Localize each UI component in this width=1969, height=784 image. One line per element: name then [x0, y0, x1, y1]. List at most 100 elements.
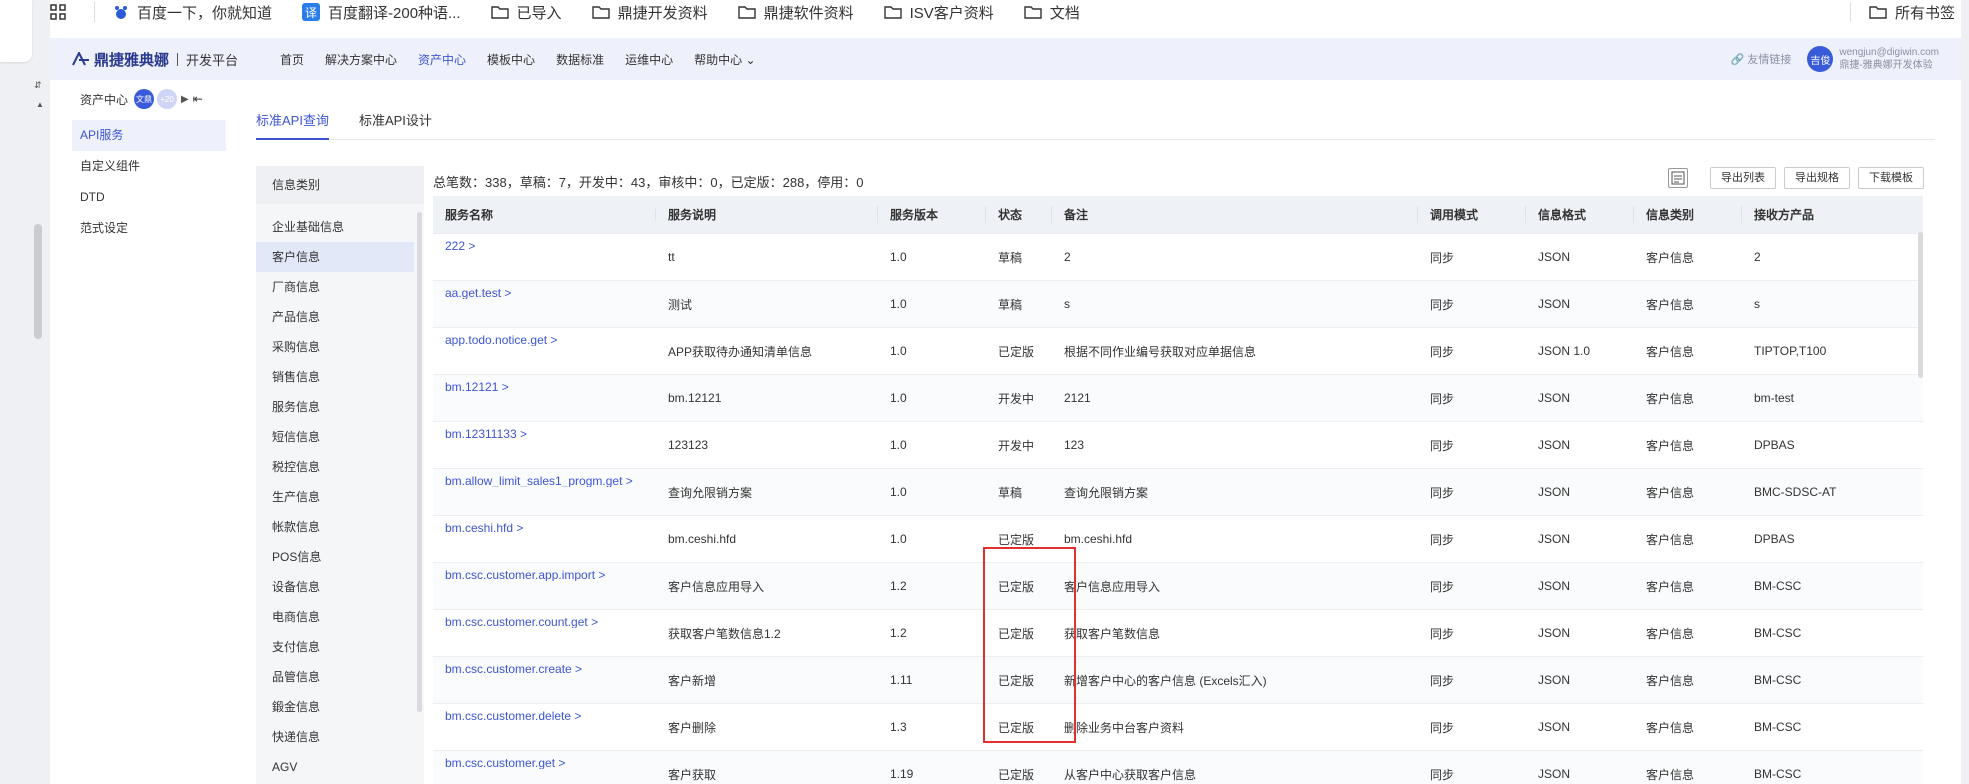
tab-api-design[interactable]: 标准API设计 — [359, 104, 432, 139]
service-name-link[interactable]: bm.ceshi.hfd > — [433, 516, 656, 534]
service-name-link[interactable]: bm.csc.customer.create > — [433, 657, 656, 675]
nav-home[interactable]: 首页 — [280, 51, 304, 68]
col-version-cell: 1.0 — [890, 391, 907, 405]
table-row[interactable]: bm.csc.customer.create > 客户新增 1.11 已定版 新增客户中… — [433, 657, 1923, 704]
brand[interactable]: 鼎捷雅典娜 开发平台 — [50, 49, 280, 70]
tab-api-query[interactable]: 标准API查询 — [256, 104, 329, 140]
export-list-button[interactable]: 导出列表 — [1710, 167, 1776, 189]
category-item[interactable]: 品管信息 — [256, 662, 414, 692]
category-item[interactable]: AGV — [256, 752, 414, 782]
col-remark-header[interactable]: 备注 — [1052, 206, 1418, 223]
nav-help[interactable]: 帮助中心 ⌄ — [694, 51, 755, 68]
user-info[interactable]: wengjun@digiwin.com 鼎捷-雅典娜开发体验 — [1839, 46, 1939, 72]
side-item-components[interactable]: 自定义组件 — [72, 151, 226, 182]
category-item[interactable]: 鍛金信息 — [256, 692, 414, 722]
badge-primary[interactable]: 文鼎 — [134, 89, 155, 109]
category-item[interactable]: 采购信息 — [256, 332, 414, 362]
table-row[interactable]: bm.allow_limit_sales1_progm.get > 查询允限销方案… — [433, 469, 1923, 516]
table-row[interactable]: aa.get.test > 测试 1.0 草稿 s 同步 JSON 客户信息 s — [433, 281, 1923, 328]
friend-link[interactable]: 🔗 友情链接 — [1731, 51, 1792, 67]
category-item[interactable]: 快递信息 — [256, 722, 414, 752]
col-receiver-header[interactable]: 接收方产品 — [1742, 206, 1923, 223]
service-name-link[interactable]: 222 > — [433, 234, 656, 252]
nav-data-standards[interactable]: 数据标准 — [556, 51, 604, 68]
table-row[interactable]: app.todo.notice.get > APP获取待办通知清单信息 1.0 已定版… — [433, 328, 1923, 375]
avatar[interactable]: 吉俊 — [1807, 46, 1834, 72]
col-status-header[interactable]: 状态 — [986, 206, 1052, 223]
bookmark-folder-dev[interactable]: 鼎捷开发资料 — [591, 2, 708, 23]
side-item-dtd[interactable]: DTD — [72, 182, 226, 213]
all-bookmarks[interactable]: 所有书签 — [1869, 2, 1955, 23]
col-description-header[interactable]: 服务说明 — [656, 206, 878, 223]
nav-templates[interactable]: 模板中心 — [487, 51, 535, 68]
bookmark-baidu[interactable]: 百度一下，你就知道 — [113, 2, 272, 23]
play-icon[interactable]: ▶ — [181, 94, 189, 105]
table-row[interactable]: 222 > tt 1.0 草稿 2 同步 JSON 客户信息 2 — [433, 234, 1923, 281]
col-format-header[interactable]: 信息格式 — [1526, 206, 1634, 223]
side-item-api[interactable]: API服务 — [72, 120, 226, 151]
col-version-header[interactable]: 服务版本 — [878, 206, 986, 223]
table-row[interactable]: bm.12311133 > 123123 1.0 开发中 123 同步 JSON 客户信息 DP… — [433, 422, 1923, 469]
col-call-mode-header[interactable]: 调用模式 — [1418, 206, 1526, 223]
service-name-link[interactable]: aa.get.test > — [433, 281, 656, 299]
column-settings-icon[interactable] — [1668, 168, 1688, 188]
download-template-button[interactable]: 下载模板 — [1858, 167, 1924, 189]
category-scrollbar[interactable] — [417, 212, 422, 712]
bookmark-folder-software[interactable]: 鼎捷软件资料 — [737, 2, 854, 23]
category-item[interactable]: 服务信息 — [256, 392, 414, 422]
col-format-cell: JSON — [1538, 626, 1571, 640]
bookmark-folder-isv[interactable]: ISV客户资料 — [883, 2, 994, 23]
nav-ops[interactable]: 运维中心 — [625, 51, 673, 68]
export-spec-button[interactable]: 导出规格 — [1784, 167, 1850, 189]
left-scrollbar[interactable] — [34, 224, 42, 339]
logo-text: 鼎捷雅典娜 — [94, 51, 170, 69]
col-status-cell: 已定版 — [998, 767, 1035, 782]
service-name-link[interactable]: bm.csc.customer.delete > — [433, 704, 656, 722]
col-category-header[interactable]: 信息类别 — [1634, 206, 1742, 223]
service-name-link[interactable]: bm.csc.customer.get > — [433, 751, 656, 769]
badge-more[interactable]: +20 — [157, 89, 178, 109]
category-item[interactable]: 生产信息 — [256, 482, 414, 512]
service-name-link[interactable]: bm.12311133 > — [433, 422, 656, 440]
col-remark-cell: 查询允限销方案 — [1064, 485, 1149, 500]
collapse-menu-icon[interactable]: ⇤ — [193, 92, 203, 106]
table-row[interactable]: bm.csc.customer.delete > 客户删除 1.3 已定版 删除业务中台… — [433, 704, 1923, 751]
service-name-link[interactable]: bm.allow_limit_sales1_progm.get > — [433, 469, 656, 487]
bookmark-folder-docs[interactable]: 文档 — [1024, 2, 1080, 23]
service-name-link[interactable]: app.todo.notice.get > — [433, 328, 656, 346]
service-name-link[interactable]: bm.csc.customer.count.get > — [433, 610, 656, 628]
category-item[interactable]: 销售信息 — [256, 362, 414, 392]
side-panel-card[interactable] — [0, 0, 32, 62]
col-call-mode-cell: 同步 — [1430, 344, 1455, 359]
category-item[interactable]: 帐款信息 — [256, 512, 414, 542]
bookmark-translate[interactable]: 译 百度翻译-200种语... — [302, 2, 461, 23]
scroll-up-icon[interactable]: ▲ — [36, 100, 44, 109]
category-item[interactable]: 支付信息 — [256, 632, 414, 662]
service-name-link[interactable]: bm.csc.customer.app.import > — [433, 563, 656, 581]
side-item-paradigm[interactable]: 范式设定 — [72, 213, 226, 244]
table-row[interactable]: bm.ceshi.hfd > bm.ceshi.hfd 1.0 已定版 bm.ceshi… — [433, 516, 1923, 563]
table-row[interactable]: bm.csc.customer.get > 客户获取 1.19 已定版 从客户中心获取客… — [433, 751, 1923, 784]
table-row[interactable]: bm.12121 > bm.12121 1.0 开发中 2121 同步 JSON 客户信息 bm… — [433, 375, 1923, 422]
category-item[interactable]: 电商信息 — [256, 602, 414, 632]
category-item[interactable]: POS信息 — [256, 542, 414, 572]
service-name-link[interactable]: bm.12121 > — [433, 375, 656, 393]
col-receiver-cell: s — [1754, 297, 1760, 311]
category-item[interactable]: 厂商信息 — [256, 272, 414, 302]
category-item[interactable]: 设备信息 — [256, 572, 414, 602]
nav-solutions[interactable]: 解决方案中心 — [325, 51, 397, 68]
collapse-icon[interactable]: ⇵ — [34, 80, 42, 91]
apps-icon[interactable] — [50, 4, 74, 20]
table-scrollbar[interactable] — [1918, 232, 1923, 378]
category-item[interactable]: 短信信息 — [256, 422, 414, 452]
bookmark-folder-imported[interactable]: 已导入 — [490, 2, 562, 23]
col-category-cell: 客户信息 — [1646, 767, 1695, 782]
category-item[interactable]: 客户信息 — [256, 242, 414, 272]
col-service-name-header[interactable]: 服务名称 — [433, 208, 656, 221]
table-row[interactable]: bm.csc.customer.count.get > 获取客户笔数信息1.2 1.… — [433, 610, 1923, 657]
category-item[interactable]: 企业基础信息 — [256, 212, 414, 242]
nav-assets[interactable]: 资产中心 — [418, 51, 466, 68]
category-item[interactable]: 产品信息 — [256, 302, 414, 332]
table-row[interactable]: bm.csc.customer.app.import > 客户信息应用导入 1.2 已… — [433, 563, 1923, 610]
category-item[interactable]: 税控信息 — [256, 452, 414, 482]
